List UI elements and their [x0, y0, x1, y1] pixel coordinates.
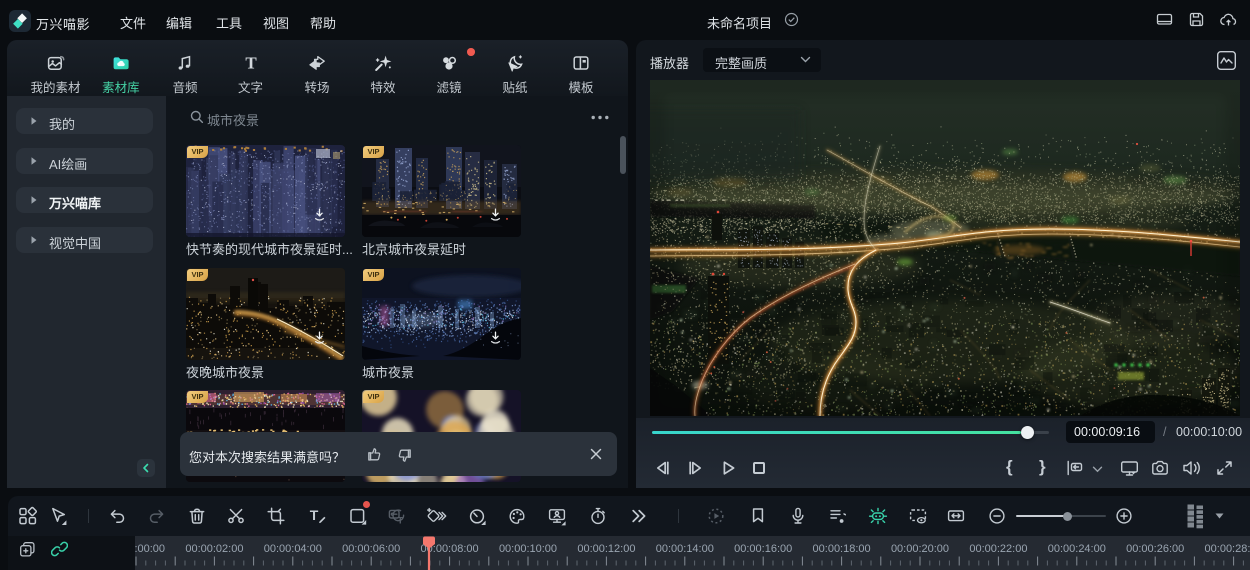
svg-text:T: T: [245, 53, 257, 72]
svg-text:T: T: [310, 507, 319, 523]
svg-text:T: T: [397, 516, 403, 526]
